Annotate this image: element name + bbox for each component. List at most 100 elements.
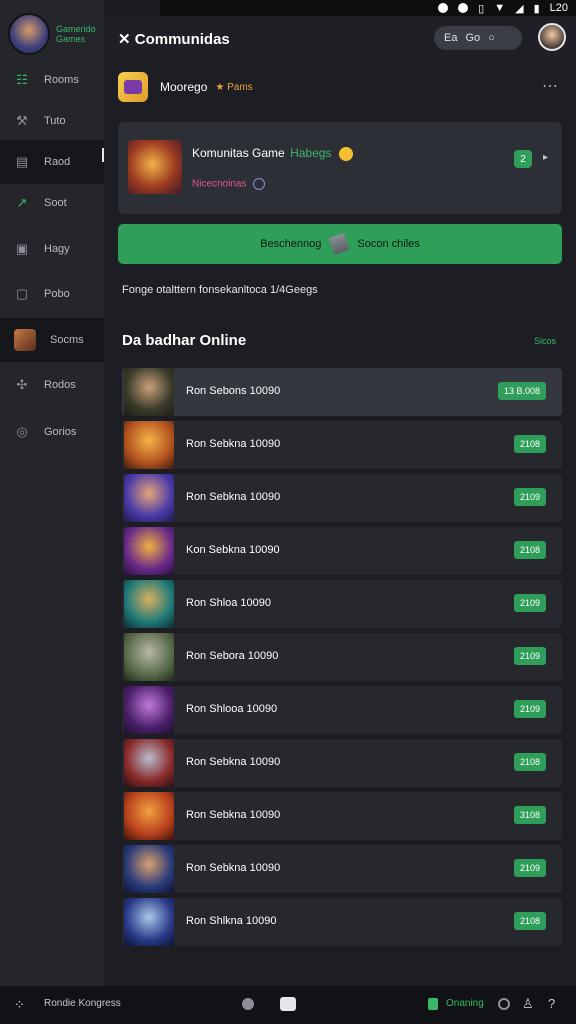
image-icon: ▣	[15, 241, 29, 256]
circle-icon	[253, 178, 266, 190]
record-icon[interactable]	[242, 998, 254, 1010]
list-item[interactable]: Ron Shlooa 10090 2109	[122, 686, 562, 734]
list-item[interactable]: Ron Sebkna 10090 2109	[122, 474, 562, 522]
player-avatar	[124, 421, 174, 469]
community-subtitle-text: Nicecnoinas	[192, 178, 247, 190]
grid-icon: ☷	[16, 72, 28, 87]
player-badge: 2109	[513, 488, 546, 506]
sidebar-item-hagy[interactable]: ▣ Hagy	[0, 227, 104, 271]
sidebar-item-rooms[interactable]: ☷ Rooms	[0, 58, 104, 102]
sidebar-item-soot[interactable]: ↗ Soot	[0, 181, 104, 225]
chat-icon[interactable]	[280, 997, 296, 1011]
sidebar-item-label: Socms	[50, 334, 84, 346]
player-name: Ron Sebkna 10090	[186, 491, 281, 503]
player-avatar	[124, 580, 174, 628]
main-content: Moorego ★ Pams ⋯ Komunitas Game Habegs N…	[104, 60, 576, 986]
list-item[interactable]: Ron Sebkna 10090 2108	[122, 421, 562, 469]
avatar-badge	[14, 329, 36, 351]
close-icon[interactable]: ✕	[118, 31, 131, 48]
sidebar-item-raod[interactable]: ▤ Raod	[0, 140, 104, 184]
community-subtitle: Nicecnoinas	[192, 178, 266, 190]
status-time: L20	[549, 2, 568, 14]
player-badge: 13 B.008	[497, 382, 546, 400]
header: ✕ Communidas Ea Go ○	[104, 16, 576, 60]
list-item[interactable]: Ron Shloa 10090 2109	[122, 580, 562, 628]
search-icon[interactable]: ○	[488, 32, 495, 44]
bottom-bar: ⁘ Rondie Kongress Onaning ♙ ?	[0, 986, 576, 1024]
player-avatar	[124, 739, 174, 787]
chevron-right-icon[interactable]: ▸	[543, 152, 548, 163]
list-item[interactable]: Ron Shlkna 10090 2108	[122, 898, 562, 946]
list-item[interactable]: Ron Sebora 10090 2109	[122, 633, 562, 681]
page-title-text: Communidas	[134, 31, 230, 48]
list-item[interactable]: Ron Sebons 10090 13 B.008	[122, 368, 562, 416]
brand-text: Gamerido Games	[56, 24, 96, 44]
player-badge: 2108	[513, 912, 546, 930]
group-logo-face	[124, 80, 142, 94]
player-name: Ron Sebkna 10090	[186, 809, 281, 821]
status-bar: ▯ ▼ ◢ ▮ L20	[160, 0, 576, 16]
sidebar-item-pobo[interactable]: ▢ Pobo	[0, 272, 104, 316]
sidebar: Gamerido Games ☷ Rooms ⚒ Tuto ▤ Raod ↗ S…	[0, 0, 105, 986]
group-tag: ★ Pams	[215, 81, 253, 93]
wrench-icon: ⚒	[16, 113, 28, 128]
player-name: Ron Shloa 10090	[186, 597, 272, 609]
community-card[interactable]: Komunitas Game Habegs Nicecnoinas 2 ▸	[118, 122, 562, 214]
online-section-link[interactable]: Sicos	[534, 336, 556, 346]
player-badge: 2109	[513, 700, 546, 718]
puzzle-icon: ✣	[16, 377, 28, 392]
emoji-icon	[338, 146, 353, 161]
vibrate-icon: ▯	[478, 2, 485, 15]
header-action-1[interactable]: Ea	[444, 32, 457, 44]
page-title: ✕ Communidas	[118, 30, 230, 48]
player-name: Ron Shlkna 10090	[186, 915, 277, 927]
player-badge: 2108	[513, 435, 546, 453]
header-actions[interactable]: Ea Go ○	[434, 26, 522, 50]
notification-icon	[438, 3, 449, 13]
sidebar-item-label: Rooms	[44, 74, 79, 86]
sidebar-item-label: Tuto	[44, 115, 66, 127]
hammer-icon	[328, 232, 350, 256]
player-name: Ron Shlooa 10090	[186, 703, 278, 715]
group-row: Moorego ★ Pams ⋯	[118, 70, 558, 104]
brand-line2: Games	[56, 34, 86, 44]
list-item[interactable]: Kon Sebkna 10090 2108	[122, 527, 562, 575]
signal-icon: ◢	[515, 2, 524, 15]
help-icon[interactable]: ?	[548, 996, 555, 1011]
online-player-list: Ron Sebons 10090 13 B.008 Ron Sebkna 100…	[122, 368, 562, 951]
sidebar-item-rodos[interactable]: ✣ Rodos	[0, 363, 104, 407]
player-badge: 2108	[513, 541, 546, 559]
gear-icon[interactable]	[498, 998, 510, 1010]
player-name: Ron Sebons 10090	[186, 385, 281, 397]
join-button-right: Socon chiles	[357, 238, 420, 250]
player-avatar	[124, 898, 174, 946]
player-avatar	[124, 792, 174, 840]
sidebar-item-label: Pobo	[44, 288, 70, 300]
group-logo[interactable]	[118, 72, 148, 102]
player-name: Ron Sebkna 10090	[186, 756, 281, 768]
header-action-2[interactable]: Go	[465, 32, 480, 44]
brand[interactable]: Gamerido Games	[8, 12, 104, 56]
brand-avatar	[8, 13, 50, 55]
list-item[interactable]: Ron Sebkna 10090 2108	[122, 739, 562, 787]
user-avatar[interactable]	[538, 23, 566, 51]
info-text: Fonge otalttern fonsekanltoca 1/4Geegs	[122, 284, 318, 296]
community-title-suffix: Habegs	[290, 146, 332, 160]
sidebar-item-tuto[interactable]: ⚒ Tuto	[0, 99, 104, 143]
community-badge[interactable]: 2	[514, 150, 532, 168]
join-button-left: Beschennog	[260, 238, 322, 250]
user-icon[interactable]: ♙	[522, 996, 534, 1012]
join-button[interactable]: Beschennog Socon chiles	[118, 224, 562, 264]
player-name: Ron Sebora 10090	[186, 650, 279, 662]
sidebar-item-gorios[interactable]: ◎ Gorios	[0, 410, 104, 454]
list-item[interactable]: Ron Sebkna 10090 2109	[122, 845, 562, 893]
group-tag-text: Pams	[227, 81, 253, 93]
sidebar-item-socms[interactable]: Socms	[0, 318, 104, 362]
community-thumbnail	[128, 140, 182, 194]
player-avatar	[124, 686, 174, 734]
list-item[interactable]: Ron Sebkna 10090 3108	[122, 792, 562, 840]
more-icon[interactable]: ⋯	[542, 76, 558, 96]
folder-icon: ▤	[15, 154, 29, 169]
apps-icon[interactable]: ⁘	[14, 997, 25, 1013]
bottom-bar-label: Rondie Kongress	[44, 998, 121, 1009]
